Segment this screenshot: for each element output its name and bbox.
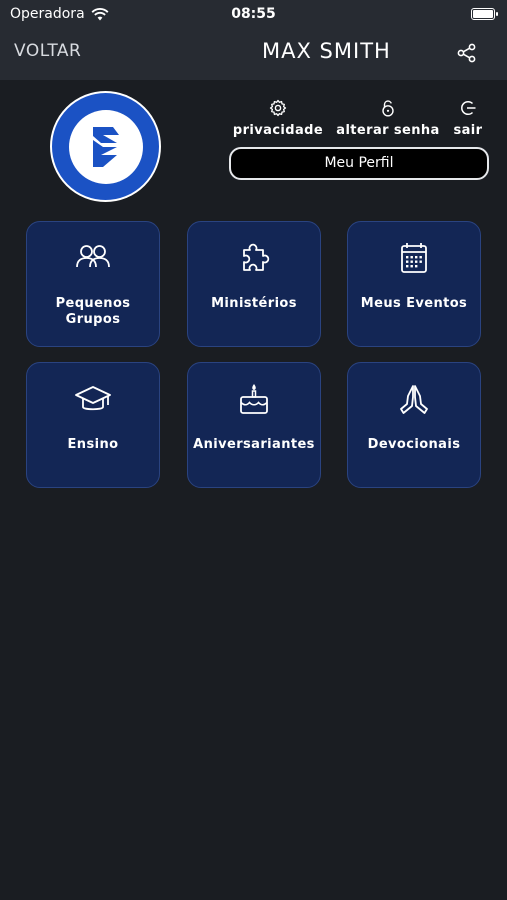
gear-icon [269, 99, 287, 117]
tile-label: Ministérios [211, 296, 297, 311]
my-profile-button[interactable]: Meu Perfil [229, 147, 489, 180]
tile-label: Pequenos Grupos [55, 296, 131, 327]
tile-label: Devocionais [367, 437, 461, 452]
puzzle-icon [243, 243, 270, 271]
logout-icon [461, 101, 476, 115]
nav-bar: VOLTAR MAX SMITH [0, 28, 507, 80]
calendar-icon [401, 243, 427, 273]
tile-label: Aniversariantes [193, 437, 315, 452]
avatar-logo-circle [68, 109, 143, 184]
tile-teaching[interactable]: Ensino [26, 362, 160, 488]
logout-label: sair [453, 123, 483, 138]
share-icon[interactable] [456, 42, 478, 64]
tile-label: Ensino [67, 437, 119, 452]
birthday-cake-icon [240, 384, 268, 414]
change-password-action[interactable]: alterar senha [336, 99, 440, 138]
tile-small-groups[interactable]: Pequenos Grupos [26, 221, 160, 347]
church-logo-icon [92, 126, 119, 167]
tile-devotionals[interactable]: Devocionais [347, 362, 481, 488]
back-button[interactable]: VOLTAR [14, 41, 81, 61]
page-title: MAX SMITH [262, 39, 391, 63]
tile-birthdays[interactable]: Aniversariantes [187, 362, 321, 488]
graduation-cap-icon [75, 386, 111, 411]
battery-icon [471, 8, 498, 20]
status-bar: Operadora 08:55 [0, 0, 507, 28]
screen: Operadora 08:55 VOLTAR MAX SMITH privaci… [0, 0, 507, 900]
tile-label: Meus Eventos [360, 296, 468, 311]
logout-action[interactable]: sair [450, 99, 486, 138]
lock-icon [382, 100, 394, 117]
privacy-label: privacidade [232, 123, 324, 138]
status-time: 08:55 [231, 6, 276, 22]
tile-my-events[interactable]: Meus Eventos [347, 221, 481, 347]
group-icon [76, 245, 110, 268]
privacy-action[interactable]: privacidade [232, 99, 324, 138]
change-password-label: alterar senha [336, 123, 440, 138]
praying-hands-icon [400, 385, 428, 414]
avatar[interactable] [50, 91, 161, 202]
tile-ministries[interactable]: Ministérios [187, 221, 321, 347]
